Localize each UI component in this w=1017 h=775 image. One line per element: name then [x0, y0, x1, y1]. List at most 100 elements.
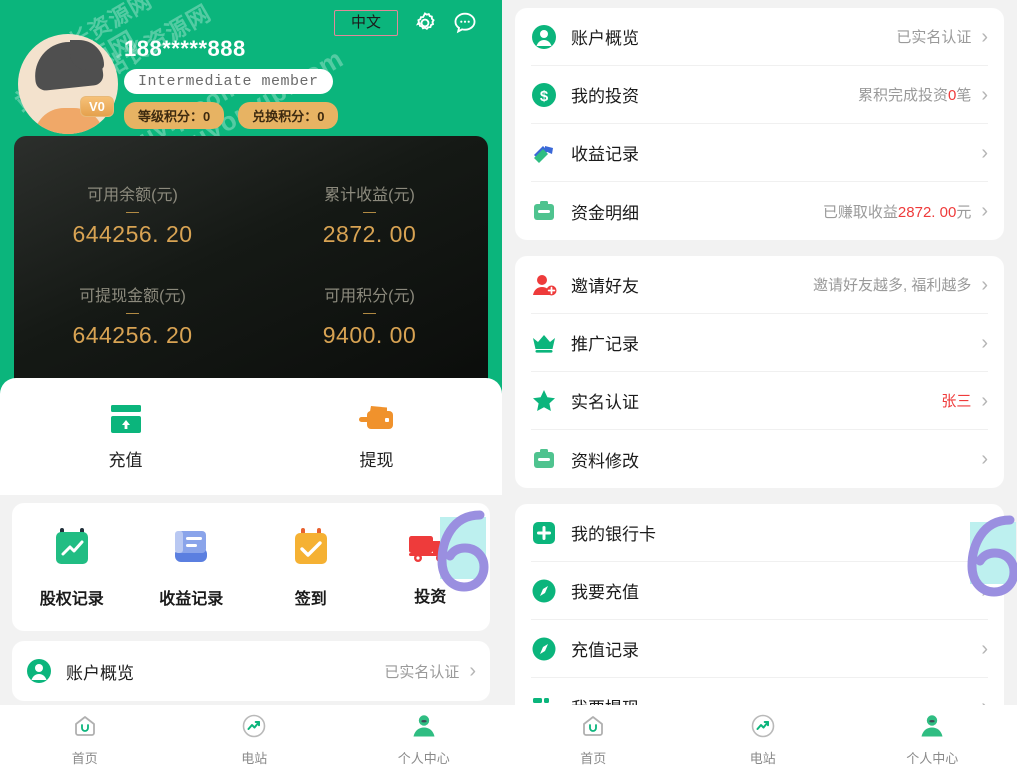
quick-item-checkin[interactable]: 签到 — [251, 526, 371, 609]
row-label: 资金明细 — [571, 203, 639, 223]
power-station-icon — [241, 713, 267, 744]
user-circle-icon — [531, 24, 557, 50]
balance-cell-points: 可用积分(元) — 9400. 00 — [251, 265, 488, 366]
balance-label: 可提现金额(元) — [79, 288, 186, 305]
nav-item-personal-center[interactable]: 个人中心 — [847, 713, 1016, 767]
user-icon — [919, 713, 945, 744]
withdraw-button[interactable]: 提现 — [251, 403, 502, 471]
row-earnings-record[interactable]: 收益记录 › — [531, 124, 988, 182]
nav-label: 首页 — [580, 751, 607, 766]
balance-cell-total-earnings: 累计收益(元) — 2872. 00 — [251, 164, 488, 265]
action-sheet: 充值 提现 — [0, 378, 502, 495]
quick-item-label: 投资 — [414, 588, 447, 606]
withdraw-icon — [531, 694, 557, 705]
nav-label: 个人中心 — [906, 751, 959, 766]
phone-number: 188*****888 — [124, 36, 246, 61]
compass-record-icon — [531, 636, 557, 662]
row-promotion-record[interactable]: 推广记录 › — [531, 314, 988, 372]
chevron-right-icon: › — [981, 448, 988, 470]
chevron-right-icon: › — [981, 273, 988, 296]
nav-item-home[interactable]: 首页 — [509, 713, 678, 767]
chevron-right-icon: › — [981, 697, 988, 706]
row-value-highlight: 2872. 00 — [897, 203, 957, 221]
nav-label: 个人中心 — [397, 751, 450, 766]
nav-item-home[interactable]: 首页 — [0, 713, 169, 767]
chevron-right-icon: › — [981, 83, 988, 106]
quick-item-label: 收益记录 — [159, 590, 224, 608]
row-my-investment[interactable]: $ 我的投资 累积完成投资0笔 › — [531, 66, 988, 124]
investment-truck-icon — [407, 528, 453, 573]
left-account-overview-card: 账户概览 已实名认证 › — [12, 641, 490, 701]
nav-item-power-station[interactable]: 电站 — [678, 713, 847, 767]
level-badge: V0 — [80, 96, 114, 117]
bottom-navigation-bar: 首页 电站 个人中心 首页 电站 个人中心 — [0, 705, 1017, 775]
row-profile-edit[interactable]: 资料修改 › — [531, 430, 988, 488]
avatar-hair-side — [70, 40, 104, 70]
nav-item-personal-center[interactable]: 个人中心 — [339, 713, 508, 767]
left-panel-body: 股权记录 收益记录 签到 投资 账户概览 已实名认证 › — [0, 495, 502, 705]
chevron-right-icon: › — [981, 521, 988, 544]
recharge-button[interactable]: 充值 — [0, 403, 251, 471]
chevron-right-icon: › — [981, 389, 988, 412]
row-realname-verification[interactable]: 实名认证 张三 › — [531, 372, 988, 430]
home-icon — [72, 713, 98, 744]
menu-card-account: 账户概览 已实名认证 › $ 我的投资 累积完成投资0笔 › 收益记录 › 资金… — [515, 8, 1004, 240]
quick-item-equity[interactable]: 股权记录 — [12, 526, 132, 609]
home-icon — [580, 713, 606, 744]
avatar[interactable]: V0 — [18, 34, 118, 134]
row-invite-friends[interactable]: 邀请好友 邀请好友越多, 福利越多 › — [531, 256, 988, 314]
balance-value: 644256. 20 — [72, 221, 193, 247]
row-label: 账户概览 — [66, 663, 134, 683]
right-menu-panel: 账户概览 已实名认证 › $ 我的投资 累积完成投资0笔 › 收益记录 › 资金… — [502, 0, 1017, 705]
row-my-bank-card[interactable]: 我的银行卡 › — [531, 504, 988, 562]
checkin-calendar-icon — [291, 526, 331, 575]
row-label: 我的银行卡 — [571, 525, 656, 544]
nav-item-power-station[interactable]: 电站 — [169, 713, 338, 767]
balance-value: 644256. 20 — [72, 322, 193, 348]
dollar-circle-icon: $ — [531, 82, 557, 108]
bottom-nav-right: 首页 电站 个人中心 — [509, 705, 1017, 775]
balance-divider: — — [363, 305, 376, 320]
menu-card-finance: 我的银行卡 › 我要充值 › 充值记录 › — [515, 504, 1017, 705]
chevron-right-icon: › — [981, 637, 988, 660]
bank-card-plus-icon — [531, 520, 557, 546]
compass-recharge-icon — [531, 578, 557, 604]
balance-value: 2872. 00 — [322, 221, 417, 247]
nav-label: 电站 — [749, 751, 776, 766]
svg-text:$: $ — [540, 88, 549, 105]
profile-block: V0 188*****888 Intermediate member 等级积分：… — [14, 30, 494, 140]
row-i-want-recharge[interactable]: 我要充值 › — [531, 562, 988, 620]
recharge-label: 充值 — [108, 450, 143, 470]
quick-action-grid: 股权记录 收益记录 签到 投资 — [12, 503, 490, 631]
row-recharge-record[interactable]: 充值记录 › — [531, 620, 988, 678]
withdraw-wallet-icon — [358, 403, 395, 440]
row-account-overview[interactable]: 账户概览 已实名认证 › — [531, 8, 988, 66]
chevron-right-icon: › — [981, 25, 988, 48]
balance-cell-withdrawable: 可提现金额(元) — 644256. 20 — [14, 265, 251, 366]
chevron-right-icon: › — [469, 660, 476, 682]
row-value: 张三 — [941, 393, 972, 410]
row-value: 已赚取收益2872. 00元 — [822, 203, 972, 221]
row-i-want-withdraw[interactable]: 我要提现 › — [531, 678, 988, 705]
avatar-image — [18, 34, 118, 134]
row-label: 资料修改 — [571, 451, 639, 471]
balance-label: 累计收益(元) — [324, 187, 415, 204]
wallet-detail-icon — [531, 198, 557, 224]
star-icon — [531, 388, 557, 414]
app-root: 站长资源网 站长资源网 douyouvip.com 站长资源网 douyouvi… — [0, 0, 1017, 775]
points-row: 等级积分：0 兑换积分：0 — [124, 102, 494, 129]
row-label: 我要提现 — [571, 694, 971, 705]
quick-item-investment[interactable]: 投资 — [371, 528, 491, 607]
member-level-pill: Intermediate member — [124, 69, 333, 94]
balance-cell-available: 可用余额(元) — 644256. 20 — [14, 164, 251, 265]
row-label: 邀请好友 — [571, 277, 639, 296]
quick-item-label: 签到 — [294, 590, 327, 608]
row-label: 我要充值 — [571, 583, 639, 602]
row-label: 账户概览 — [571, 29, 639, 48]
balance-divider: — — [126, 204, 139, 219]
row-label: 实名认证 — [571, 393, 639, 412]
row-account-overview[interactable]: 账户概览 已实名认证 › — [26, 641, 476, 701]
quick-item-earnings[interactable]: 收益记录 — [132, 526, 252, 609]
profile-info: 188*****888 Intermediate member 等级积分：0 兑… — [124, 36, 494, 129]
row-fund-details[interactable]: 资金明细 已赚取收益2872. 00元 › — [531, 182, 988, 240]
